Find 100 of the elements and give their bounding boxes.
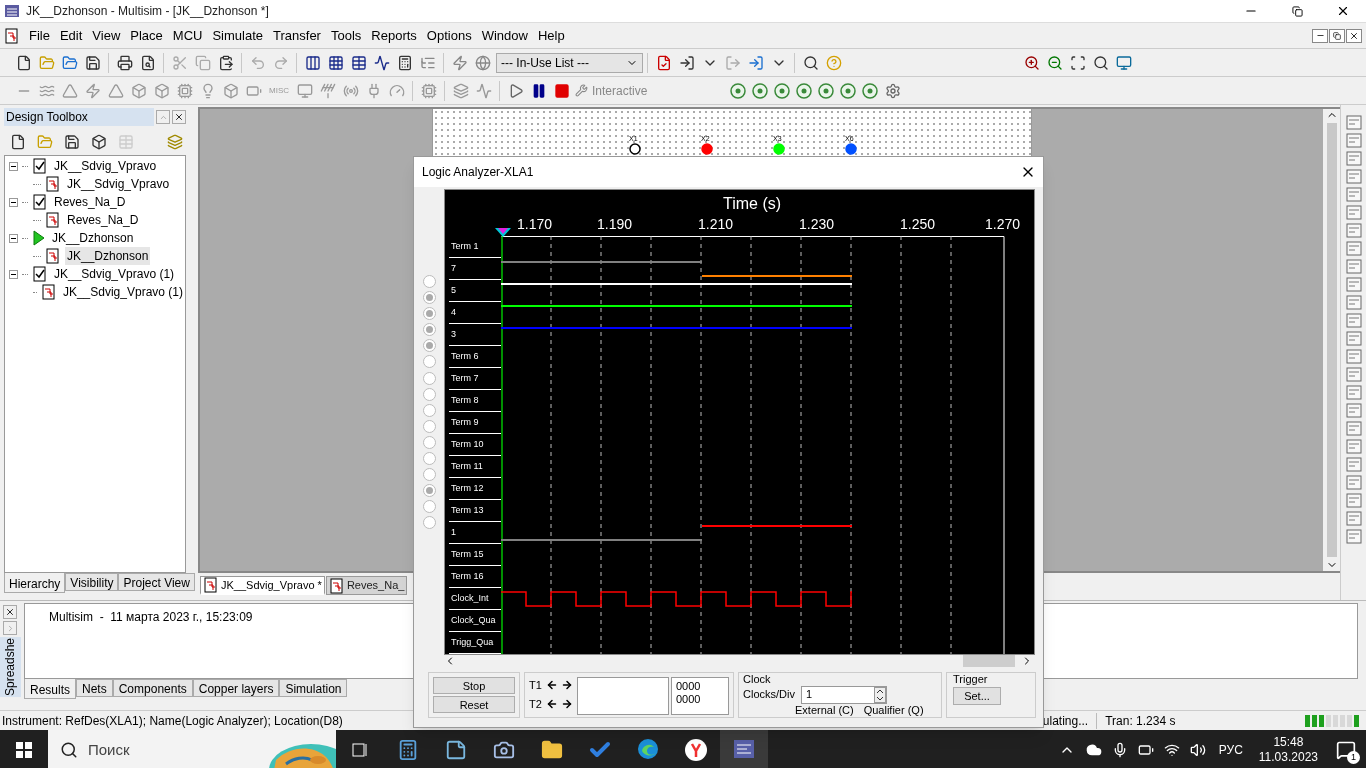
tree-item[interactable]: JK__Sdvig_Vpravo (1) [60,283,185,301]
undo-icon[interactable] [249,54,266,71]
restore-icon[interactable] [1291,5,1303,17]
zoom-fit-icon[interactable] [1092,54,1109,71]
probe-icon[interactable] [795,81,814,100]
stop-icon[interactable] [553,82,570,99]
menu-item[interactable]: Edit [54,25,88,46]
language-indicator[interactable]: РУС [1218,741,1243,759]
browser-icon[interactable] [684,738,708,762]
open-folder-icon[interactable] [38,54,55,71]
instrument-icon[interactable] [1345,205,1362,220]
radio-button[interactable] [422,403,436,417]
task-view-icon[interactable] [351,741,369,759]
close-button[interactable] [172,110,186,124]
probe-icon[interactable] [773,81,792,100]
open-folder-icon[interactable] [36,134,53,150]
component-icon[interactable] [61,82,78,99]
open-folder-icon[interactable] [61,54,78,71]
instrument-icon[interactable] [1345,313,1362,328]
menu-item[interactable]: Place [125,25,168,46]
wifi-icon[interactable] [1163,742,1180,758]
radio-button[interactable] [422,516,436,530]
cloud-icon[interactable] [1085,742,1102,758]
cut-icon[interactable] [171,54,188,71]
component-icon[interactable] [107,82,124,99]
cursor-marker[interactable] [495,228,511,237]
export-icon[interactable] [678,54,695,71]
tree-item[interactable]: Reves_Na_D [52,193,128,211]
search-icon[interactable] [802,54,819,71]
tree-item[interactable]: JK__Sdvig_Vpravo [65,175,172,193]
instrument-icon[interactable] [1345,223,1362,238]
battery-icon[interactable] [1137,742,1154,758]
clocks-div-field[interactable]: 1 [800,685,887,704]
arrow-right-icon[interactable] [561,679,573,691]
notepad-icon[interactable] [445,739,467,761]
collapse-icon[interactable] [9,269,18,279]
search-field[interactable]: Поиск [48,730,336,768]
document-tab[interactable]: JK__Sdvig_Vpravo * [200,576,325,595]
radio-button[interactable] [422,387,436,401]
panel-tab[interactable]: Visibility [65,573,119,591]
layers-icon[interactable] [166,134,183,150]
component-icon[interactable] [153,82,170,99]
panel-tab[interactable]: Copper layers [192,679,280,697]
probe-icon[interactable] [839,81,858,100]
component-icon[interactable] [452,82,469,99]
menu-item[interactable]: MCU [167,25,208,46]
menu-item[interactable]: Tools [325,25,367,46]
probe-icon[interactable] [861,81,880,100]
radio-button[interactable] [422,307,436,321]
tree-item[interactable]: JK__Sdvig_Vpravo [52,157,159,175]
check-icon[interactable] [655,54,672,71]
dialog-button[interactable]: Stop [433,677,515,694]
close-button[interactable] [1346,28,1362,43]
settings-icon[interactable] [884,82,901,99]
waveform-icon[interactable] [373,54,390,71]
instrument-icon[interactable] [1345,421,1362,436]
printer-icon[interactable] [116,54,133,71]
instrument-icon[interactable] [1345,241,1362,256]
menu-item[interactable]: File [24,25,55,46]
spinner-icon[interactable] [873,686,886,703]
camera-icon[interactable] [493,739,515,761]
instrument-icon[interactable] [1345,133,1362,148]
instrument-icon[interactable] [1345,475,1362,490]
component-icon[interactable] [296,82,313,99]
arrow-right-icon[interactable] [561,698,573,710]
panel-tab[interactable]: Nets [76,679,113,697]
radio-button[interactable] [422,323,436,337]
radio-button[interactable] [422,355,436,369]
collapse-icon[interactable] [9,197,18,207]
tree-item[interactable]: JK__Sdvig_Vpravo (1) [52,265,177,283]
in-use-list-dropdown[interactable]: --- In-Use List --- [496,52,643,73]
paste-icon[interactable] [217,54,234,71]
instrument-icon[interactable] [1345,403,1362,418]
instrument-icon[interactable] [1345,187,1362,202]
tree-item[interactable]: JK__Dzhonson [50,229,136,247]
clock[interactable]: 15:48 11.03.2023 [1258,735,1318,765]
circuit-app-icon[interactable] [732,737,756,761]
menu-item[interactable]: Transfer [268,25,326,46]
component-icon[interactable] [319,82,336,99]
radio-button[interactable] [422,371,436,385]
vertical-scrollbar[interactable] [1323,109,1340,571]
zoom-out-icon[interactable] [1046,54,1063,71]
component-icon[interactable] [176,82,193,99]
radio-button[interactable] [422,468,436,482]
calculator-icon[interactable] [396,54,413,71]
collapse-icon[interactable] [9,161,18,171]
radio-button[interactable] [422,484,436,498]
radio-button[interactable] [422,500,436,514]
menu-item[interactable]: Options [421,25,477,46]
full-screen-icon[interactable] [1115,54,1132,71]
instrument-icon[interactable] [1345,439,1362,454]
probe-icon[interactable] [751,81,770,100]
calculator-icon[interactable] [397,739,419,761]
radio-button[interactable] [422,419,436,433]
instrument-icon[interactable] [1345,331,1362,346]
instrument-icon[interactable] [1345,493,1362,508]
radio-button[interactable] [422,435,436,449]
instrument-icon[interactable] [1345,529,1362,544]
volume-icon[interactable] [1189,742,1206,758]
tree-item[interactable]: Reves_Na_D [65,211,141,229]
